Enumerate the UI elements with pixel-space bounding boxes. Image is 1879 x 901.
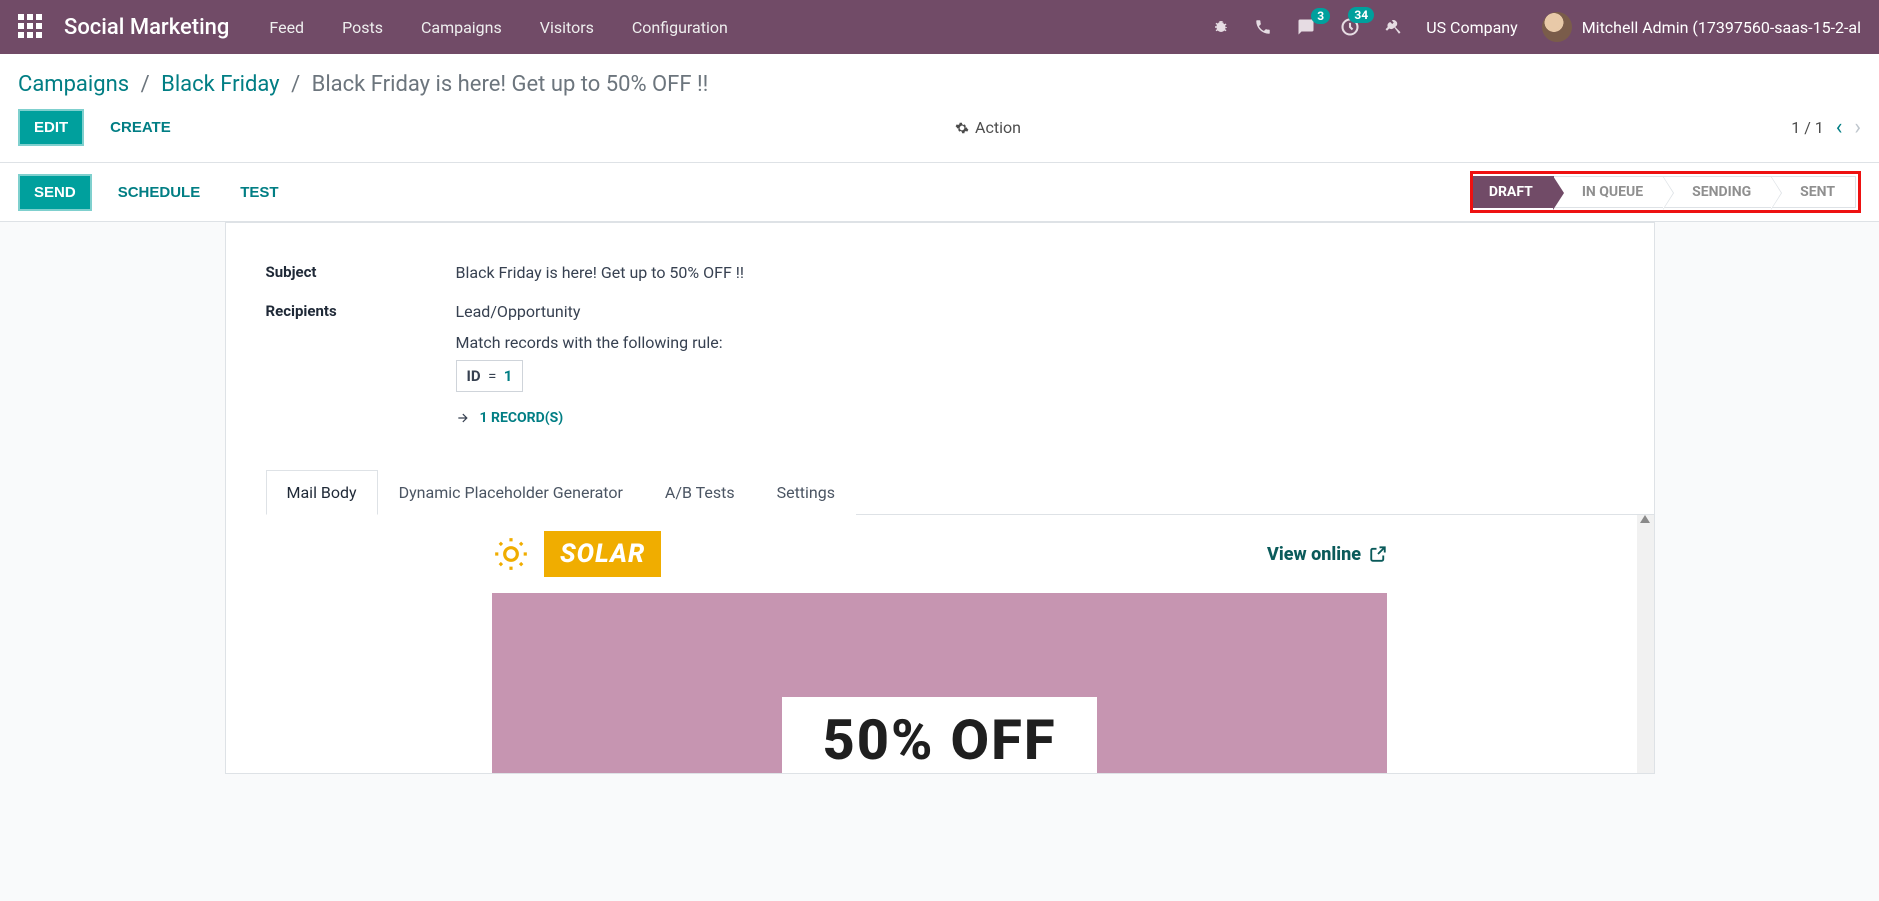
- control-panel: Campaigns / Black Friday / Black Friday …: [0, 54, 1879, 163]
- breadcrumb-root[interactable]: Campaigns: [18, 72, 129, 97]
- mail-body-preview: SOLAR View online 50% OFF: [226, 515, 1654, 773]
- top-navbar: Social Marketing Feed Posts Campaigns Vi…: [0, 0, 1879, 54]
- arrow-right-icon: [456, 411, 470, 425]
- breadcrumb-sep: /: [141, 72, 150, 97]
- rule-field: ID: [467, 367, 481, 385]
- stage-sending[interactable]: SENDING: [1664, 176, 1772, 208]
- stage-bar: DRAFT IN QUEUE SENDING SENT: [1470, 171, 1861, 213]
- recipients-value: Lead/Opportunity: [456, 302, 723, 321]
- scrollbar[interactable]: [1637, 515, 1654, 773]
- menu-posts[interactable]: Posts: [342, 18, 383, 37]
- stage-sent[interactable]: SENT: [1772, 176, 1856, 208]
- schedule-button[interactable]: SCHEDULE: [104, 176, 215, 209]
- breadcrumb-current: Black Friday is here! Get up to 50% OFF …: [312, 72, 709, 97]
- company-switcher[interactable]: US Company: [1426, 18, 1518, 37]
- subject-value: Black Friday is here! Get up to 50% OFF …: [456, 263, 745, 282]
- rule-text: Match records with the following rule:: [456, 333, 723, 352]
- tools-icon[interactable]: [1384, 18, 1402, 36]
- brand-name: SOLAR: [544, 531, 661, 577]
- statusbar: SEND SCHEDULE TEST DRAFT IN QUEUE SENDIN…: [0, 163, 1879, 222]
- rule-val: 1: [504, 367, 513, 385]
- subject-label: Subject: [266, 263, 456, 282]
- phone-icon[interactable]: [1254, 18, 1272, 36]
- hero-banner: 50% OFF: [492, 593, 1387, 773]
- pager-prev[interactable]: ‹: [1836, 115, 1843, 140]
- avatar: [1542, 12, 1572, 42]
- messages-badge: 3: [1311, 8, 1330, 24]
- send-button[interactable]: SEND: [18, 174, 92, 211]
- breadcrumb: Campaigns / Black Friday / Black Friday …: [0, 54, 1879, 105]
- activities-icon[interactable]: 34: [1340, 17, 1360, 37]
- menu-configuration[interactable]: Configuration: [632, 18, 728, 37]
- stage-in-queue[interactable]: IN QUEUE: [1554, 176, 1664, 208]
- recipients-label: Recipients: [266, 302, 456, 320]
- app-title[interactable]: Social Marketing: [64, 15, 229, 40]
- user-menu[interactable]: Mitchell Admin (17397560-saas-15-2-al: [1542, 12, 1861, 42]
- pager: 1 / 1 ‹ ›: [1791, 115, 1861, 140]
- edit-button[interactable]: EDIT: [18, 109, 84, 146]
- gear-icon: [955, 121, 969, 135]
- rule-box: ID = 1: [456, 360, 524, 392]
- offer-text: 50% OFF: [782, 697, 1096, 773]
- form-sheet: Subject Black Friday is here! Get up to …: [225, 222, 1655, 774]
- create-button[interactable]: CREATE: [96, 111, 185, 144]
- tab-ab-tests[interactable]: A/B Tests: [644, 470, 756, 515]
- bug-icon[interactable]: [1212, 18, 1230, 36]
- menu-campaigns[interactable]: Campaigns: [421, 18, 502, 37]
- main-menu: Feed Posts Campaigns Visitors Configurat…: [269, 18, 727, 37]
- menu-visitors[interactable]: Visitors: [540, 18, 594, 37]
- tab-dynamic-placeholder[interactable]: Dynamic Placeholder Generator: [378, 470, 644, 515]
- breadcrumb-parent[interactable]: Black Friday: [161, 72, 279, 97]
- menu-feed[interactable]: Feed: [269, 18, 304, 37]
- action-dropdown[interactable]: Action: [955, 118, 1021, 137]
- pager-text: 1 / 1: [1791, 118, 1824, 137]
- apps-icon[interactable]: [18, 14, 44, 40]
- brand-logo: SOLAR: [492, 531, 661, 577]
- records-link[interactable]: 1 RECORD(S): [456, 410, 564, 426]
- rule-op: =: [488, 367, 496, 385]
- view-online-link[interactable]: View online: [1267, 544, 1387, 565]
- stage-draft[interactable]: DRAFT: [1473, 176, 1554, 208]
- pager-next[interactable]: ›: [1854, 115, 1861, 140]
- external-link-icon: [1369, 545, 1387, 563]
- username: Mitchell Admin (17397560-saas-15-2-al: [1582, 18, 1861, 37]
- activities-badge: 34: [1348, 7, 1374, 23]
- test-button[interactable]: TEST: [226, 176, 292, 209]
- tab-settings[interactable]: Settings: [756, 470, 856, 515]
- messages-icon[interactable]: 3: [1296, 18, 1316, 36]
- sun-icon: [492, 535, 530, 573]
- tab-mail-body[interactable]: Mail Body: [266, 470, 378, 515]
- tabs: Mail Body Dynamic Placeholder Generator …: [266, 469, 1654, 515]
- breadcrumb-sep: /: [291, 72, 300, 97]
